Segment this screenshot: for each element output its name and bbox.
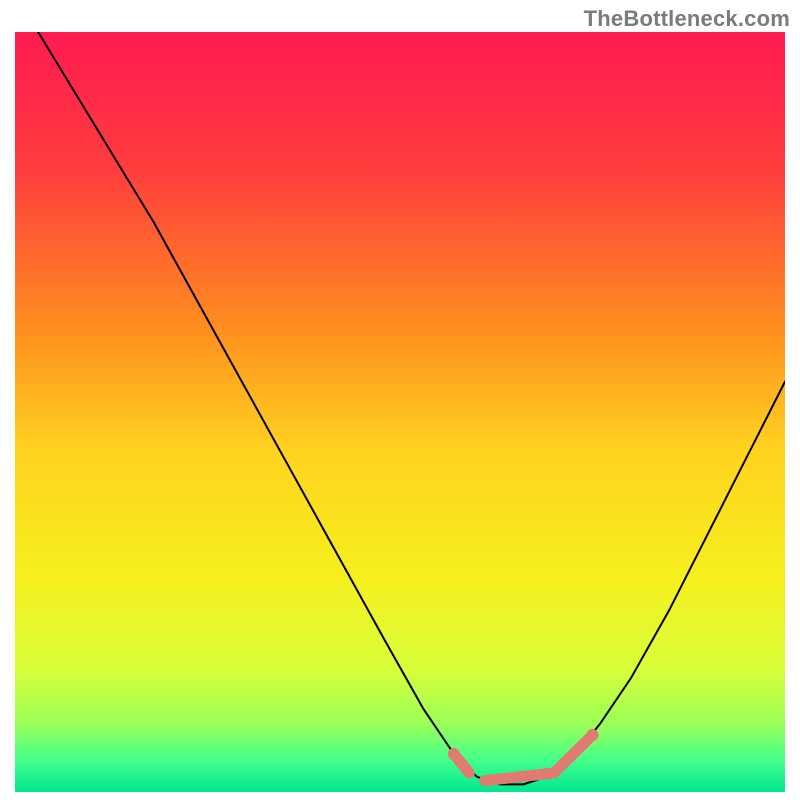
chart-background bbox=[15, 32, 785, 792]
bottleneck-chart bbox=[15, 32, 785, 792]
attribution-text: TheBottleneck.com bbox=[584, 6, 790, 32]
optimal-range-marker bbox=[448, 748, 460, 760]
optimal-range-segment bbox=[485, 773, 554, 781]
optimal-range-marker bbox=[586, 729, 598, 741]
